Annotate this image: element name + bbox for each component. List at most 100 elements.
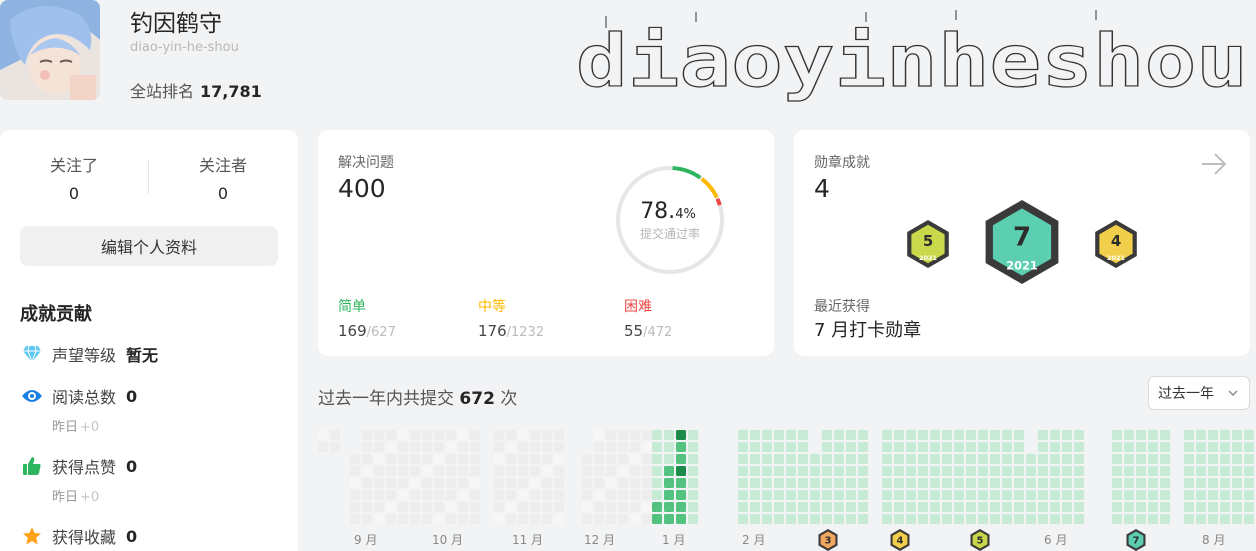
heatmap-cell[interactable] (918, 514, 928, 524)
heatmap-cell[interactable] (458, 454, 468, 464)
heatmap-cell[interactable] (434, 502, 444, 512)
heatmap-cell[interactable] (1244, 502, 1254, 512)
heatmap-cell[interactable] (798, 478, 808, 488)
heatmap-cell[interactable] (386, 466, 396, 476)
heatmap-cell[interactable] (1062, 466, 1072, 476)
heatmap-cell[interactable] (774, 502, 784, 512)
heatmap-cell[interactable] (858, 466, 868, 476)
heatmap-cell[interactable] (1112, 454, 1122, 464)
heatmap-cell[interactable] (434, 442, 444, 452)
mini-badge-icon[interactable]: 3 (816, 528, 840, 551)
heatmap-cell[interactable] (688, 514, 698, 524)
heatmap-cell[interactable] (506, 430, 516, 440)
heatmap-cell[interactable] (1074, 514, 1084, 524)
heatmap-cell[interactable] (676, 514, 686, 524)
heatmap-cell[interactable] (470, 502, 480, 512)
heatmap-cell[interactable] (1232, 478, 1242, 488)
heatmap-cell[interactable] (1050, 478, 1060, 488)
heatmap-cell[interactable] (530, 502, 540, 512)
heatmap-cell[interactable] (858, 478, 868, 488)
heatmap-cell[interactable] (858, 514, 868, 524)
heatmap-cell[interactable] (652, 430, 662, 440)
heatmap-cell[interactable] (362, 478, 372, 488)
heatmap-cell[interactable] (1124, 502, 1134, 512)
heatmap-cell[interactable] (1244, 514, 1254, 524)
heatmap-cell[interactable] (1026, 454, 1036, 464)
heatmap-cell[interactable] (858, 454, 868, 464)
heatmap-cell[interactable] (786, 490, 796, 500)
heatmap-cell[interactable] (374, 430, 384, 440)
heatmap-cell[interactable] (954, 502, 964, 512)
heatmap-cell[interactable] (494, 430, 504, 440)
heatmap-cell[interactable] (906, 466, 916, 476)
heatmap-cell[interactable] (942, 490, 952, 500)
heatmap-cell[interactable] (930, 490, 940, 500)
heatmap-cell[interactable] (606, 454, 616, 464)
heatmap-cell[interactable] (750, 430, 760, 440)
heatmap-cell[interactable] (1074, 466, 1084, 476)
heatmap-cell[interactable] (630, 466, 640, 476)
heatmap-cell[interactable] (738, 454, 748, 464)
heatmap-cell[interactable] (966, 430, 976, 440)
heatmap-cell[interactable] (542, 454, 552, 464)
heatmap-cell[interactable] (1160, 442, 1170, 452)
heatmap-cell[interactable] (446, 466, 456, 476)
heatmap-cell[interactable] (1112, 502, 1122, 512)
heatmap-cell[interactable] (642, 430, 652, 440)
heatmap-cell[interactable] (374, 454, 384, 464)
heatmap-cell[interactable] (1232, 514, 1242, 524)
heatmap-cell[interactable] (362, 442, 372, 452)
heatmap-cell[interactable] (1112, 514, 1122, 524)
heatmap-cell[interactable] (966, 454, 976, 464)
heatmap-cell[interactable] (978, 442, 988, 452)
heatmap-cell[interactable] (630, 442, 640, 452)
heatmap-cell[interactable] (410, 514, 420, 524)
heatmap-cell[interactable] (834, 514, 844, 524)
heatmap-cell[interactable] (470, 430, 480, 440)
heatmap-cell[interactable] (458, 442, 468, 452)
heatmap-cell[interactable] (554, 466, 564, 476)
heatmap-cell[interactable] (1112, 466, 1122, 476)
heatmap-cell[interactable] (750, 466, 760, 476)
heatmap-cell[interactable] (858, 442, 868, 452)
heatmap-cell[interactable] (1002, 430, 1012, 440)
heatmap-cell[interactable] (774, 442, 784, 452)
heatmap-cell[interactable] (652, 466, 662, 476)
heatmap-cell[interactable] (1038, 478, 1048, 488)
heatmap-cell[interactable] (606, 490, 616, 500)
heatmap-cell[interactable] (858, 490, 868, 500)
heatmap-cell[interactable] (618, 442, 628, 452)
heatmap-cell[interactable] (470, 514, 480, 524)
heatmap-cell[interactable] (786, 514, 796, 524)
heatmap-cell[interactable] (1148, 466, 1158, 476)
heatmap-cell[interactable] (966, 442, 976, 452)
heatmap-cell[interactable] (652, 454, 662, 464)
heatmap-cell[interactable] (846, 442, 856, 452)
heatmap-cell[interactable] (1148, 502, 1158, 512)
heatmap-cell[interactable] (930, 514, 940, 524)
heatmap-cell[interactable] (906, 514, 916, 524)
heatmap-cell[interactable] (978, 430, 988, 440)
heatmap-cell[interactable] (1002, 442, 1012, 452)
heatmap-cell[interactable] (762, 478, 772, 488)
heatmap-cell[interactable] (470, 466, 480, 476)
heatmap-cell[interactable] (470, 478, 480, 488)
heatmap-cell[interactable] (386, 442, 396, 452)
heatmap-cell[interactable] (664, 466, 674, 476)
badge-small-1[interactable]: 5 2021 (907, 220, 949, 268)
heatmap-cell[interactable] (1244, 430, 1254, 440)
heatmap-cell[interactable] (1160, 466, 1170, 476)
heatmap-cell[interactable] (1002, 478, 1012, 488)
heatmap-cell[interactable] (688, 430, 698, 440)
heatmap-cell[interactable] (410, 442, 420, 452)
heatmap-cell[interactable] (906, 454, 916, 464)
heatmap-cell[interactable] (1026, 478, 1036, 488)
heatmap-cell[interactable] (618, 490, 628, 500)
heatmap-cell[interactable] (422, 454, 432, 464)
heatmap-cell[interactable] (554, 430, 564, 440)
heatmap-cell[interactable] (542, 502, 552, 512)
heatmap-cell[interactable] (386, 490, 396, 500)
heatmap-cell[interactable] (882, 454, 892, 464)
heatmap-cell[interactable] (554, 442, 564, 452)
heatmap-cell[interactable] (506, 502, 516, 512)
